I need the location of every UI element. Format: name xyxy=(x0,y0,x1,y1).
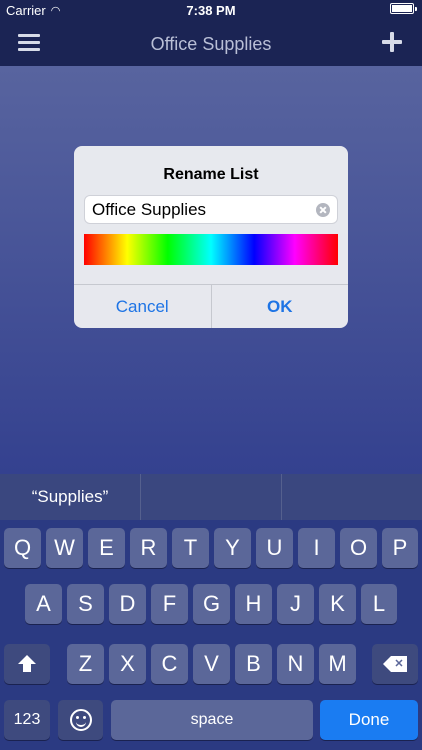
key-y[interactable]: Y xyxy=(214,528,251,568)
key-k[interactable]: K xyxy=(319,584,356,624)
key-row-3: Z X C V B N M xyxy=(0,644,422,684)
key-r[interactable]: R xyxy=(130,528,167,568)
key-w[interactable]: W xyxy=(46,528,83,568)
emoji-icon xyxy=(69,709,92,731)
key-row-1: Q W E R T Y U I O P xyxy=(0,528,422,568)
battery-indicator xyxy=(390,3,417,14)
key-t[interactable]: T xyxy=(172,528,209,568)
ok-button[interactable]: OK xyxy=(210,285,349,328)
key-h[interactable]: H xyxy=(235,584,272,624)
key-m[interactable]: M xyxy=(319,644,356,684)
key-z[interactable]: Z xyxy=(67,644,104,684)
key-v[interactable]: V xyxy=(193,644,230,684)
keyboard: “Supplies” Q W E R T Y U I O P A S D F G… xyxy=(0,474,422,750)
emoji-key[interactable] xyxy=(58,700,103,740)
suggestion-bar: “Supplies” xyxy=(0,474,422,520)
battery-icon xyxy=(390,3,417,14)
status-time: 7:38 PM xyxy=(186,3,236,18)
dialog-buttons: Cancel OK xyxy=(74,284,348,328)
key-n[interactable]: N xyxy=(277,644,314,684)
key-j[interactable]: J xyxy=(277,584,314,624)
list-name-value: Office Supplies xyxy=(92,199,207,219)
status-bar: Carrier ◠ 7:38 PM xyxy=(0,0,422,22)
key-c[interactable]: C xyxy=(151,644,188,684)
dialog-title: Rename List xyxy=(163,166,259,183)
key-b[interactable]: B xyxy=(235,644,272,684)
suggestion-item[interactable] xyxy=(140,474,281,520)
key-q[interactable]: Q xyxy=(4,528,41,568)
key-d[interactable]: D xyxy=(109,584,146,624)
key-e[interactable]: E xyxy=(88,528,125,568)
color-picker-bar[interactable] xyxy=(84,234,338,265)
list-name-input[interactable]: Office Supplies xyxy=(84,195,338,224)
key-i[interactable]: I xyxy=(298,528,335,568)
space-key[interactable]: space xyxy=(111,700,313,740)
page-title: Office Supplies xyxy=(150,34,272,54)
key-row-2: A S D F G H J K L xyxy=(0,584,422,624)
backspace-key[interactable] xyxy=(372,644,418,684)
shift-key[interactable] xyxy=(4,644,50,684)
done-key[interactable]: Done xyxy=(320,700,418,740)
key-s[interactable]: S xyxy=(67,584,104,624)
suggestion-item[interactable] xyxy=(281,474,422,520)
numbers-key[interactable]: 123 xyxy=(4,700,50,740)
plus-icon[interactable] xyxy=(382,32,402,52)
key-u[interactable]: U xyxy=(256,528,293,568)
key-o[interactable]: O xyxy=(340,528,377,568)
shift-icon xyxy=(18,655,36,673)
key-l[interactable]: L xyxy=(361,584,397,624)
key-f[interactable]: F xyxy=(151,584,188,624)
key-p[interactable]: P xyxy=(382,528,418,568)
cancel-button[interactable]: Cancel xyxy=(74,285,211,328)
nav-bar: Office Supplies xyxy=(0,22,422,66)
key-a[interactable]: A xyxy=(25,584,62,624)
key-x[interactable]: X xyxy=(109,644,146,684)
rename-list-dialog: Rename List Office Supplies Cancel OK xyxy=(74,146,348,328)
clear-text-icon[interactable] xyxy=(316,203,330,217)
key-g[interactable]: G xyxy=(193,584,230,624)
suggestion-item[interactable]: “Supplies” xyxy=(0,474,140,520)
backspace-icon xyxy=(383,656,407,672)
key-row-4: 123 space Done xyxy=(0,700,422,740)
